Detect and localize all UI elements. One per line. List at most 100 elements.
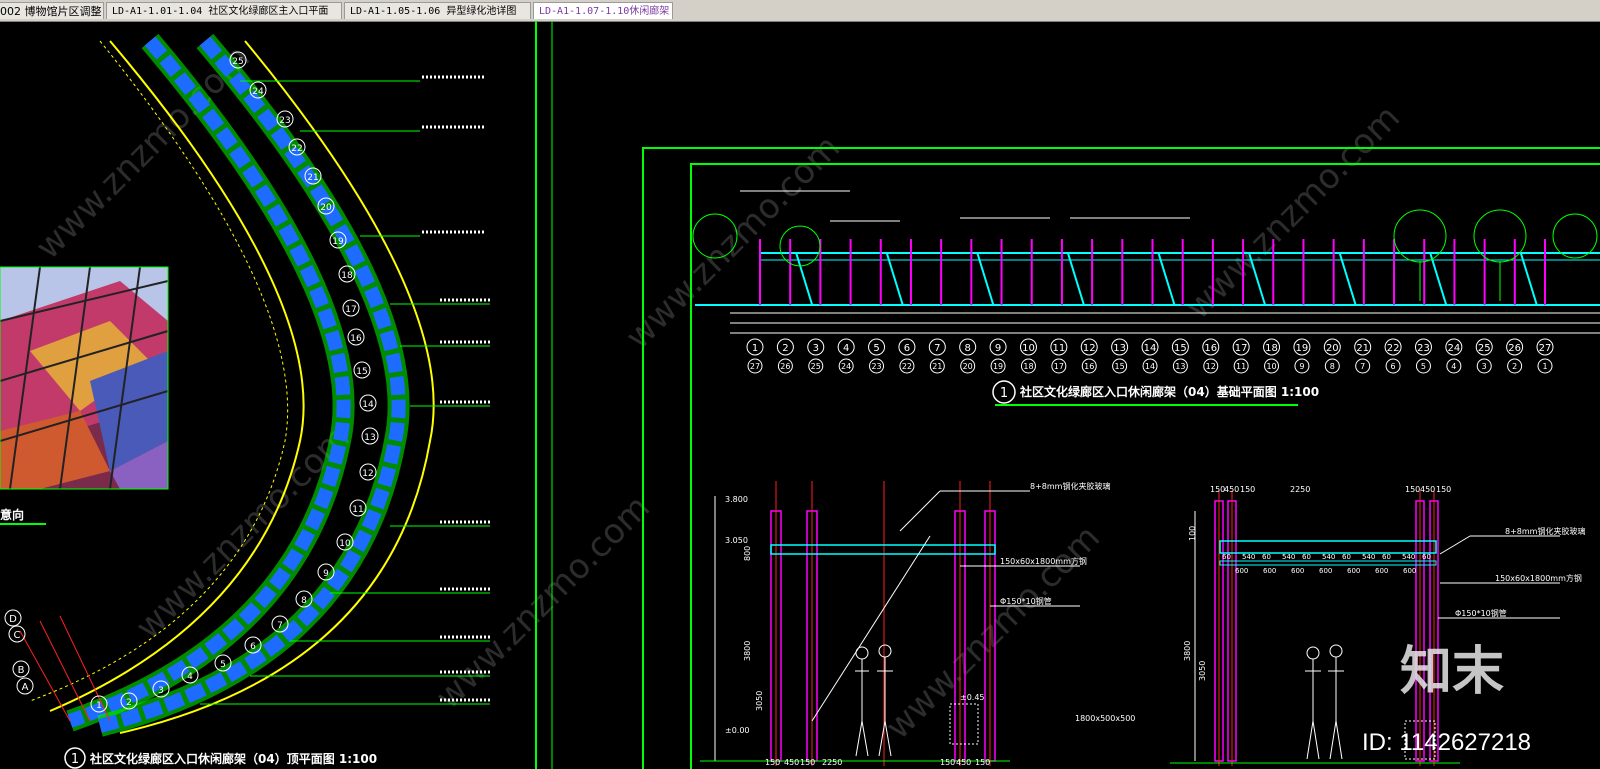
grid-label-bottom: 24 bbox=[841, 362, 851, 371]
section2-dim: 150 bbox=[1405, 485, 1420, 494]
grid-label-bottom: 21 bbox=[932, 362, 942, 371]
brace-line bbox=[795, 252, 814, 306]
tab-museum-area[interactable]: 002 博物馆片区调整 bbox=[0, 2, 104, 19]
svg-text:社区文化绿廊区入口休闲廊架（04）基础平面图 1:100: 社区文化绿廊区入口休闲廊架（04）基础平面图 1:100 bbox=[1019, 384, 1319, 399]
section2-dim: 2250 bbox=[1290, 485, 1310, 494]
spacing-label: 540 bbox=[1362, 553, 1375, 561]
arc-grid-label: 17 bbox=[345, 305, 356, 315]
grid-label-top: 8 bbox=[965, 343, 971, 354]
arc-grid-label: 6 bbox=[250, 642, 256, 652]
svg-text:150x60x1800mm方钢: 150x60x1800mm方钢 bbox=[1495, 573, 1582, 583]
grid-label-top: 3 bbox=[813, 343, 819, 354]
arc-grid-label: 24 bbox=[252, 87, 264, 97]
svg-text:±0.45: ±0.45 bbox=[960, 693, 985, 702]
section2-dim: 150 bbox=[1436, 485, 1451, 494]
tab-pergola[interactable]: LD-A1-1.07-1.10休闲廊架 bbox=[533, 2, 673, 19]
grid-label-bottom: 12 bbox=[1206, 362, 1216, 371]
spacing-600-label: 600 bbox=[1319, 567, 1332, 575]
grid-label-bottom: 16 bbox=[1084, 362, 1094, 371]
svg-text:www.znzmo.com: www.znzmo.com bbox=[428, 487, 658, 717]
grid-labels-bottom: 27 26 25 24 23 22 21 20 19 18 17 16 15 14 13 12 11 10 9 8 7 6… bbox=[747, 358, 1553, 374]
brace-line bbox=[1519, 252, 1538, 306]
grid-label-top: 18 bbox=[1265, 343, 1278, 354]
grid-label-bottom: 4 bbox=[1451, 362, 1456, 371]
section2-dim: 150 bbox=[1240, 485, 1255, 494]
section2-dim: 450 bbox=[1420, 485, 1435, 494]
grid-label-top: 15 bbox=[1174, 343, 1187, 354]
spacing-label: 60 bbox=[1222, 553, 1231, 561]
svg-text:www.znzmo.com: www.znzmo.com bbox=[878, 517, 1108, 747]
svg-text:A: A bbox=[22, 682, 29, 693]
svg-text:意向: 意向 bbox=[0, 507, 24, 522]
brand-watermark: 知末 ID: 1142627218 bbox=[1362, 642, 1531, 756]
brace-line bbox=[1157, 252, 1176, 306]
grid-label-top: 21 bbox=[1356, 343, 1369, 354]
svg-text:Φ150*10钢管: Φ150*10钢管 bbox=[1000, 596, 1052, 606]
grid-label-top: 19 bbox=[1296, 343, 1309, 354]
grid-labels-top: 1 2 3 4 5 6 7 8 9 10 11 12 13 14 15 16 17 18 19 20 21 22 23 24 2… bbox=[746, 338, 1554, 356]
section1-dim: 2250 bbox=[822, 758, 842, 767]
section1-dim: 150 bbox=[940, 758, 955, 767]
grid-label-bottom: 23 bbox=[871, 362, 881, 371]
grid-label-bottom: 20 bbox=[963, 362, 973, 371]
grid-label-bottom: 19 bbox=[993, 362, 1003, 371]
svg-text:3.050: 3.050 bbox=[725, 536, 748, 545]
arc-grid-label: 9 bbox=[323, 569, 329, 579]
grid-label-top: 27 bbox=[1539, 343, 1552, 354]
spacing-label: 60 bbox=[1382, 553, 1391, 561]
grid-label-top: 5 bbox=[873, 343, 879, 354]
grid-label-top: 6 bbox=[904, 343, 910, 354]
spacing-label: 540 bbox=[1402, 553, 1415, 561]
svg-text:B: B bbox=[18, 665, 25, 676]
grid-label-bottom: 6 bbox=[1391, 362, 1396, 371]
section1-dimensions: 150 450 150 2250 150 450 150 bbox=[765, 758, 990, 767]
grid-label-top: 4 bbox=[843, 343, 849, 354]
svg-text:1: 1 bbox=[71, 752, 79, 767]
grid-label-bottom: 26 bbox=[780, 362, 790, 371]
spacing-600-label: 600 bbox=[1347, 567, 1360, 575]
svg-text:8+8mm钢化夹胶玻璃: 8+8mm钢化夹胶玻璃 bbox=[1505, 526, 1585, 536]
grid-label-bottom: 5 bbox=[1421, 362, 1426, 371]
grid-label-bottom: 13 bbox=[1175, 362, 1185, 371]
tab-planter-detail[interactable]: LD-A1-1.05-1.06 异型绿化池详图 bbox=[344, 2, 531, 19]
brace-line bbox=[1338, 252, 1357, 306]
arc-grid-label: 11 bbox=[352, 505, 363, 515]
brace-line bbox=[1066, 252, 1085, 306]
section2-dim: 450 bbox=[1224, 485, 1239, 494]
right-drawing-caption: 1 社区文化绿廊区入口休闲廊架（04）基础平面图 1:100 bbox=[992, 380, 1319, 406]
svg-text:D: D bbox=[9, 614, 17, 625]
svg-text:C: C bbox=[14, 630, 21, 641]
grid-label-top: 16 bbox=[1204, 343, 1217, 354]
grid-label-top: 17 bbox=[1235, 343, 1248, 354]
arc-grid-label: 4 bbox=[187, 672, 193, 682]
grid-label-bottom: 8 bbox=[1330, 362, 1335, 371]
cad-drawing-canvas[interactable]: www.znzmo.com www.znzmo.com www.znzmo.co… bbox=[0, 21, 1600, 769]
grid-label-bottom: 25 bbox=[811, 362, 821, 371]
arc-grid-label: 12 bbox=[362, 469, 373, 479]
brace-line bbox=[885, 252, 904, 306]
arc-grid-label: 7 bbox=[277, 621, 283, 631]
arc-grid-label: 1 bbox=[96, 701, 102, 711]
svg-text:社区文化绿廊区入口休闲廊架（04）顶平面图 1:100: 社区文化绿廊区入口休闲廊架（04）顶平面图 1:100 bbox=[89, 751, 377, 766]
arc-grid-label: 15 bbox=[356, 367, 367, 377]
arc-grid-label: 2 bbox=[126, 698, 132, 708]
foundation-plan-elevation bbox=[692, 190, 1600, 334]
svg-text:1800x500x500: 1800x500x500 bbox=[1075, 714, 1135, 723]
svg-text:150x60x1800mm方钢: 150x60x1800mm方钢 bbox=[1000, 556, 1087, 566]
arc-grid-label: 22 bbox=[291, 144, 302, 154]
spacing-label: 540 bbox=[1242, 553, 1255, 561]
grid-label-bottom: 15 bbox=[1115, 362, 1125, 371]
spacing-600-label: 600 bbox=[1235, 567, 1248, 575]
spacing-label: 540 bbox=[1282, 553, 1295, 561]
grid-label-top: 1 bbox=[752, 343, 758, 354]
spacing-600-label: 600 bbox=[1375, 567, 1388, 575]
section1-dim: 150 bbox=[800, 758, 815, 767]
grid-label-bottom: 18 bbox=[1023, 362, 1033, 371]
grid-label-bottom: 14 bbox=[1145, 362, 1155, 371]
grid-label-bottom: 22 bbox=[902, 362, 912, 371]
spacing-600-label: 600 bbox=[1403, 567, 1416, 575]
grid-label-bottom: 11 bbox=[1236, 362, 1246, 371]
arc-grid-label: 21 bbox=[307, 173, 318, 183]
brace-line bbox=[1429, 252, 1448, 306]
tab-main-entrance-plan[interactable]: LD-A1-1.01-1.04 社区文化绿廊区主入口平面 bbox=[106, 2, 342, 19]
